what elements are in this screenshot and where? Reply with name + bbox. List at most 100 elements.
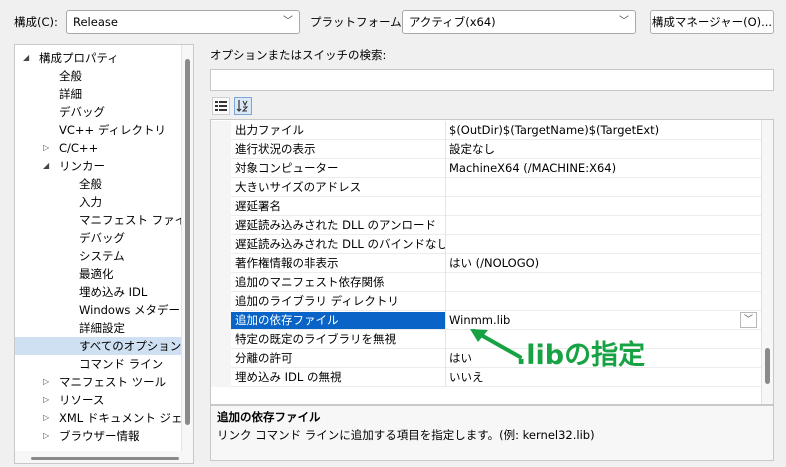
tree-item-label: 全般: [79, 177, 102, 191]
tree-item[interactable]: ▷ ブラウザー情報: [15, 427, 183, 445]
property-value: $(OutDir)$(TargetName)$(TargetExt): [449, 123, 660, 137]
config-label: 構成(C):: [14, 15, 58, 29]
property-row[interactable]: 遅延署名: [211, 197, 763, 216]
platform-select-value: アクティブ(x64): [409, 15, 496, 29]
property-row[interactable]: 遅延読み込みされた DLL のアンロード: [211, 216, 763, 235]
config-select[interactable]: Release ﹀: [66, 10, 300, 34]
tree-item[interactable]: 詳細設定: [15, 319, 183, 337]
platform-select[interactable]: アクティブ(x64) ﹀: [402, 10, 636, 34]
tree-horizontal-scrollbar[interactable]: [15, 451, 183, 463]
row-gutter: [211, 368, 231, 387]
column-divider[interactable]: [445, 311, 446, 330]
collapsed-caret-icon[interactable]: ▷: [43, 409, 49, 427]
column-divider[interactable]: [445, 254, 446, 273]
property-row[interactable]: 著作権情報の非表示 はい (/NOLOGO): [211, 254, 763, 273]
tree-item[interactable]: 詳細: [15, 85, 183, 103]
tree-item[interactable]: ▷ C/C++: [15, 139, 183, 157]
tree-item[interactable]: マニフェスト ファイル: [15, 211, 193, 229]
tree-hscroll-thumb[interactable]: [31, 457, 179, 460]
tree-item[interactable]: Windows メタデータ: [15, 301, 192, 319]
sort-alphabetical-icon[interactable]: [234, 97, 252, 115]
categorized-icon[interactable]: [212, 97, 230, 115]
property-name: 対象コンピューター: [235, 161, 339, 175]
row-gutter: [211, 121, 231, 140]
property-row[interactable]: 進行状況の表示 設定なし: [211, 140, 763, 159]
row-gutter: [211, 235, 231, 254]
column-divider[interactable]: [445, 140, 446, 159]
column-divider[interactable]: [445, 292, 446, 311]
tree-item-label: 埋め込み IDL: [79, 285, 148, 299]
property-name: 出力ファイル: [235, 123, 304, 137]
tree-item[interactable]: ▷ XML ドキュメント ジェネレー: [15, 409, 193, 427]
tree-item-label: マニフェスト ツール: [59, 375, 167, 389]
column-divider[interactable]: [445, 330, 446, 349]
property-name: 大きいサイズのアドレス: [235, 180, 362, 194]
property-row[interactable]: 埋め込み IDL の無視 いいえ: [211, 368, 763, 387]
tree-item-label: システム: [79, 249, 125, 263]
property-row[interactable]: 追加のマニフェスト依存関係: [211, 273, 763, 292]
tree-item-label: Windows メタデータ: [79, 303, 192, 317]
tree-item[interactable]: コマンド ライン: [15, 355, 183, 373]
row-gutter: [211, 273, 231, 292]
tree-item[interactable]: ◢ 構成プロパティ: [15, 49, 183, 67]
tree-item[interactable]: 埋め込み IDL: [15, 283, 183, 301]
collapsed-caret-icon[interactable]: ▷: [43, 139, 49, 157]
tree-item-label: デバッグ: [59, 105, 105, 119]
tree-item-label: リンカー: [59, 159, 105, 173]
tree-item-label: VC++ ディレクトリ: [59, 123, 167, 137]
tree-item[interactable]: システム: [15, 247, 183, 265]
column-divider[interactable]: [445, 235, 446, 254]
value-dropdown-button[interactable]: ﹀: [740, 312, 757, 328]
tree-item[interactable]: 全般: [15, 67, 183, 85]
row-gutter: [211, 330, 231, 349]
grid-vertical-scrollbar[interactable]: [761, 120, 773, 404]
config-manager-button[interactable]: 構成マネージャー(O)...: [650, 10, 774, 34]
tree-item-label: 最適化: [79, 267, 114, 281]
tree-item[interactable]: VC++ ディレクトリ: [15, 121, 183, 139]
description-title: 追加の依存ファイル: [217, 410, 321, 424]
tree-scroll-thumb[interactable]: [185, 59, 190, 425]
tree-item[interactable]: ▷ マニフェスト ツール: [15, 373, 183, 391]
expanded-caret-icon[interactable]: ◢: [43, 157, 49, 175]
tree-item[interactable]: 最適化: [15, 265, 183, 283]
property-row[interactable]: 大きいサイズのアドレス: [211, 178, 763, 197]
search-input[interactable]: [210, 69, 774, 91]
property-name: 埋め込み IDL の無視: [235, 370, 342, 384]
tree-item[interactable]: すべてのオプション: [15, 337, 183, 355]
property-value: MachineX64 (/MACHINE:X64): [449, 161, 617, 175]
tree-item[interactable]: 入力: [15, 193, 183, 211]
column-divider[interactable]: [445, 273, 446, 292]
property-name: 進行状況の表示: [235, 142, 316, 156]
collapsed-caret-icon[interactable]: ▷: [43, 391, 49, 409]
collapsed-caret-icon[interactable]: ▷: [43, 427, 49, 445]
row-gutter: [211, 140, 231, 159]
grid-scroll-thumb[interactable]: [765, 348, 770, 384]
property-row[interactable]: 追加のライブラリ ディレクトリ: [211, 292, 763, 311]
column-divider[interactable]: [445, 197, 446, 216]
property-tree[interactable]: ◢ 構成プロパティ 全般 詳細 デバッグ VC++ ディレクトリ ▷ C/C++ ◢ リンカー 全般…: [14, 44, 194, 464]
property-name: 特定の既定のライブラリを無視: [235, 332, 396, 346]
property-row[interactable]: 出力ファイル $(OutDir)$(TargetName)$(TargetExt): [211, 121, 763, 140]
collapsed-caret-icon[interactable]: ▷: [43, 373, 49, 391]
tree-item[interactable]: デバッグ: [15, 229, 183, 247]
tree-item[interactable]: 全般: [15, 175, 183, 193]
tree-item[interactable]: ▷ リソース: [15, 391, 183, 409]
row-gutter: [211, 254, 231, 273]
expanded-caret-icon[interactable]: ◢: [23, 49, 29, 67]
column-divider[interactable]: [445, 368, 446, 387]
column-divider[interactable]: [445, 159, 446, 178]
tree-item[interactable]: デバッグ: [15, 103, 183, 121]
tree-item-label: ブラウザー情報: [59, 429, 140, 443]
tree-item-label: マニフェスト ファイル: [79, 213, 194, 227]
tree-item-label: デバッグ: [79, 231, 125, 245]
property-row[interactable]: 遅延読み込みされた DLL のバインドなし: [211, 235, 763, 254]
tree-item-label: XML ドキュメント ジェネレー: [59, 411, 193, 425]
column-divider[interactable]: [445, 216, 446, 235]
property-row[interactable]: 対象コンピューター MachineX64 (/MACHINE:X64): [211, 159, 763, 178]
column-divider[interactable]: [445, 121, 446, 140]
tree-item-label: リソース: [59, 393, 105, 407]
column-divider[interactable]: [445, 349, 446, 368]
tree-vertical-scrollbar[interactable]: [181, 45, 193, 463]
column-divider[interactable]: [445, 178, 446, 197]
tree-item[interactable]: ◢ リンカー: [15, 157, 183, 175]
